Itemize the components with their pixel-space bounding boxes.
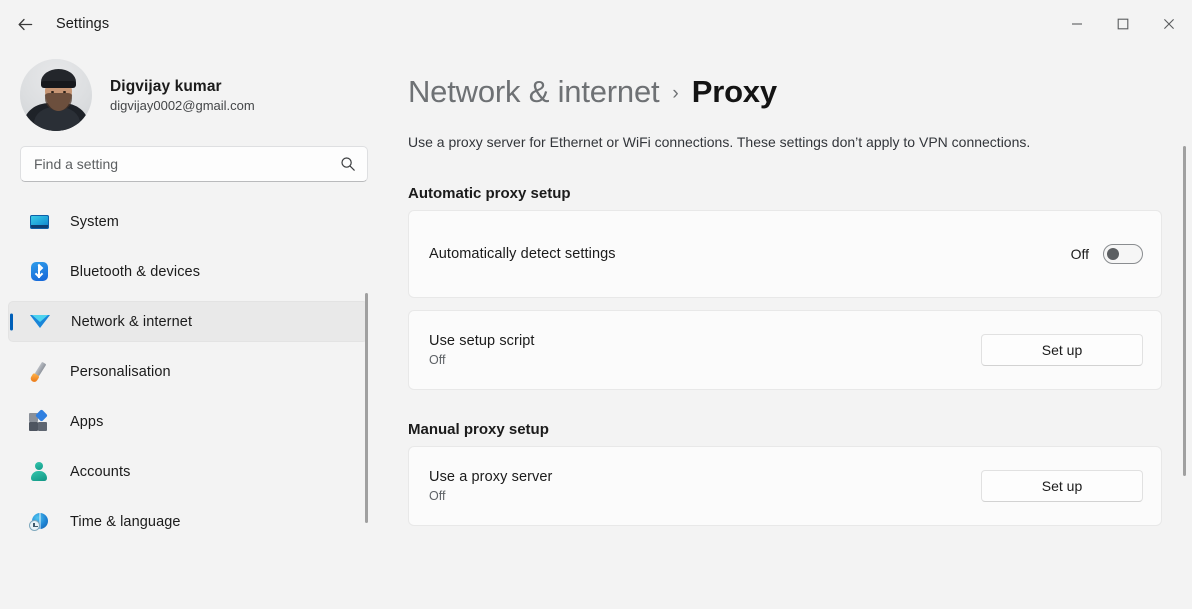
paintbrush-icon — [28, 361, 50, 383]
row-use-setup-script[interactable]: Use setup script Off Set up — [408, 310, 1162, 390]
sidebar-item-personalisation[interactable]: Personalisation — [8, 351, 368, 392]
search-container — [0, 128, 380, 182]
row-automatically-detect-settings[interactable]: Automatically detect settings Off — [408, 210, 1162, 298]
sidebar-item-label: Personalisation — [70, 363, 171, 380]
sidebar-item-label: Time & language — [70, 513, 181, 530]
sidebar-item-label: Apps — [70, 413, 104, 430]
avatar — [20, 59, 92, 131]
chevron-right-icon: › — [672, 83, 679, 104]
sidebar-item-label: Accounts — [70, 463, 131, 480]
sidebar-item-apps[interactable]: Apps — [8, 401, 368, 442]
globe-clock-icon — [28, 511, 50, 533]
row-title: Use setup script — [429, 333, 535, 349]
setup-script-set-up-button[interactable]: Set up — [981, 334, 1143, 366]
bluetooth-icon — [28, 261, 50, 283]
search-input[interactable] — [21, 147, 367, 181]
page-title: Proxy — [691, 74, 777, 109]
row-subtitle: Off — [429, 353, 446, 367]
sidebar-item-bluetooth-devices[interactable]: Bluetooth & devices — [8, 251, 368, 292]
section-title-automatic: Automatic proxy setup — [408, 185, 571, 202]
sidebar-item-label: System — [70, 213, 119, 230]
window-controls — [1054, 0, 1192, 48]
sidebar-item-network-internet[interactable]: Network & internet — [8, 301, 368, 342]
proxy-server-set-up-button[interactable]: Set up — [981, 470, 1143, 502]
sidebar-item-time-language[interactable]: Time & language — [8, 501, 368, 542]
breadcrumb-parent[interactable]: Network & internet — [408, 74, 660, 110]
selection-indicator — [10, 313, 13, 330]
wifi-icon — [29, 311, 51, 333]
sidebar: Digvijay kumar digvijay0002@gmail.com Fi… — [0, 48, 380, 609]
page-description: Use a proxy server for Ethernet or WiFi … — [408, 134, 1031, 150]
search-box[interactable] — [20, 146, 368, 182]
close-button[interactable] — [1146, 0, 1192, 48]
sidebar-item-label: Network & internet — [71, 313, 193, 330]
settings-window: Settings Digvijay kumar digvijay0002@gma… — [0, 0, 1192, 609]
breadcrumb: Network & internet › Proxy — [380, 48, 1192, 110]
sidebar-scrollbar-thumb[interactable] — [365, 293, 368, 523]
auto-detect-toggle[interactable] — [1103, 244, 1143, 264]
main-content: Network & internet › Proxy Use a proxy s… — [380, 48, 1192, 609]
row-title: Use a proxy server — [429, 469, 553, 485]
back-button[interactable] — [8, 8, 42, 40]
profile-block[interactable]: Digvijay kumar digvijay0002@gmail.com — [0, 48, 380, 131]
minimize-button[interactable] — [1054, 0, 1100, 48]
section-title-manual: Manual proxy setup — [408, 421, 549, 438]
sidebar-item-accounts[interactable]: Accounts — [8, 451, 368, 492]
row-use-a-proxy-server[interactable]: Use a proxy server Off Set up — [408, 446, 1162, 526]
person-icon — [28, 461, 50, 483]
toggle-state-label: Off — [1070, 246, 1089, 262]
search-icon — [340, 156, 356, 172]
app-title: Settings — [56, 16, 110, 32]
row-title: Automatically detect settings — [429, 246, 616, 262]
apps-blocks-icon — [28, 409, 50, 433]
main-scrollbar-thumb[interactable] — [1183, 146, 1186, 476]
maximize-button[interactable] — [1100, 0, 1146, 48]
sidebar-nav: System Bluetooth & devices Network & int… — [0, 201, 380, 542]
profile-email: digvijay0002@gmail.com — [110, 97, 255, 113]
row-subtitle: Off — [429, 489, 446, 503]
monitor-icon — [28, 211, 50, 233]
sidebar-item-system[interactable]: System — [8, 201, 368, 242]
title-bar: Settings — [0, 0, 1192, 48]
profile-name: Digvijay kumar — [110, 77, 222, 95]
toggle-knob — [1107, 248, 1119, 260]
sidebar-item-label: Bluetooth & devices — [70, 263, 201, 280]
